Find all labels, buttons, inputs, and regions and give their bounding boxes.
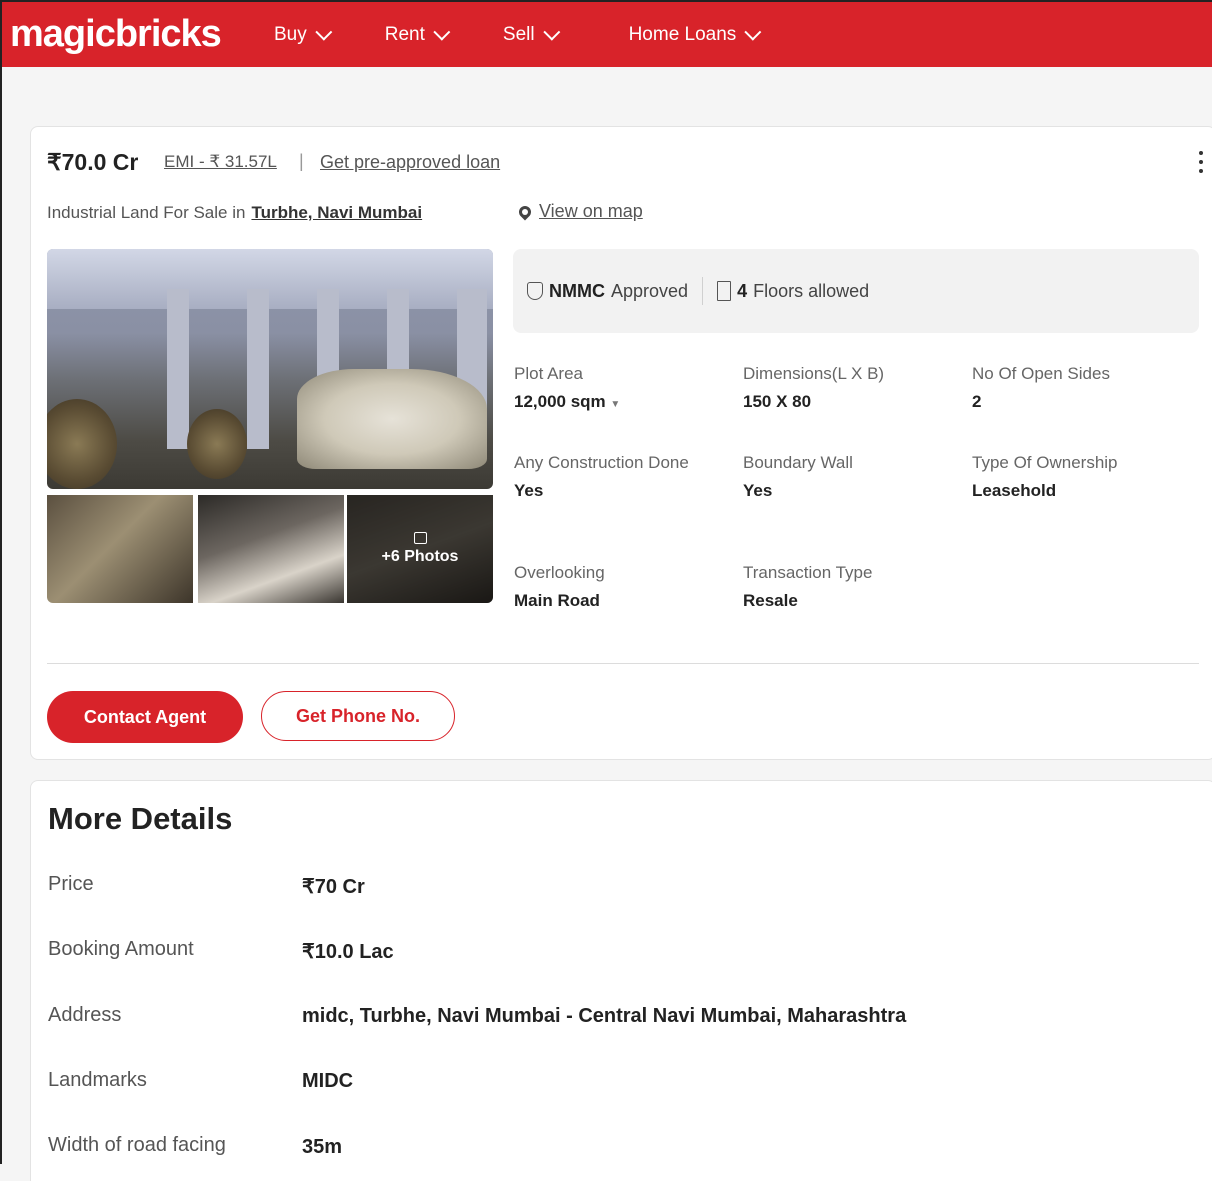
spec-ownership: Type Of Ownership Leasehold: [972, 452, 1192, 501]
nav-sell-label: Sell: [502, 23, 535, 45]
magicbricks-logo[interactable]: magicbricks: [10, 13, 260, 56]
nav-buy-label: Buy: [274, 23, 307, 45]
property-thumbnail[interactable]: [198, 495, 344, 603]
main-property-photo[interactable]: [47, 249, 493, 489]
detail-value-landmarks: MIDC: [302, 1070, 354, 1092]
view-on-map[interactable]: View on map: [516, 201, 643, 222]
spec-value: Leasehold: [972, 481, 1057, 500]
detail-label-booking: Booking Amount: [48, 938, 194, 960]
spec-value: 150 X 80: [743, 392, 812, 411]
subtitle-prefix: Industrial Land For Sale in: [47, 203, 246, 222]
more-details-title: More Details: [48, 801, 233, 836]
spec-label: Type Of Ownership: [972, 453, 1118, 472]
spec-label: No Of Open Sides: [972, 364, 1110, 383]
floors-allowed-badge: 4 Floors allowed: [717, 281, 869, 302]
badge-approved-text: Approved: [611, 280, 689, 301]
spec-boundary-wall: Boundary Wall Yes: [743, 452, 953, 501]
listing-price: ₹70.0 Cr: [47, 149, 139, 175]
building-icon: [717, 281, 732, 301]
detail-value-booking: ₹10.0 Lac: [302, 941, 394, 963]
get-phone-button[interactable]: Get Phone No.: [261, 691, 455, 741]
separator: |: [299, 151, 304, 171]
divider: [47, 663, 1199, 664]
nav-home-loans-label: Home Loans: [628, 23, 737, 45]
locality-link[interactable]: Turbhe, Navi Mumbai: [251, 203, 422, 222]
property-listing-card: ₹70.0 Cr EMI - ₹ 31.57L | Get pre-approv…: [30, 126, 1212, 760]
spec-value[interactable]: 12,000 sqm ▼: [514, 392, 724, 412]
chevron-down-icon: [315, 23, 333, 41]
detail-value-road-width: 35m: [302, 1136, 343, 1158]
shield-check-icon: [527, 282, 543, 300]
chevron-down-icon: [433, 23, 451, 41]
more-photos-thumbnail[interactable]: +6 Photos: [347, 495, 493, 603]
chevron-down-icon: [744, 23, 762, 41]
spec-value: 2: [972, 392, 982, 411]
spec-label: Overlooking: [514, 563, 605, 582]
listing-subtitle: Industrial Land For Sale in Turbhe, Navi …: [47, 203, 422, 223]
caret-down-icon: ▼: [610, 399, 621, 410]
spec-label: Any Construction Done: [514, 453, 689, 472]
nav-sell[interactable]: Sell: [502, 23, 560, 46]
detail-value-address: midc, Turbhe, Navi Mumbai - Central Navi…: [302, 1005, 907, 1027]
nav-rent[interactable]: Rent: [384, 23, 451, 46]
detail-value-price: ₹70 Cr: [302, 876, 365, 898]
top-nav-bar: magicbricks Buy Rent Sell Home Loans: [2, 2, 1212, 67]
view-on-map-label: View on map: [539, 201, 643, 221]
more-details-card: More Details Price ₹70 Cr Booking Amount…: [30, 780, 1212, 1181]
spec-overlooking: Overlooking Main Road: [514, 562, 724, 611]
emi-link[interactable]: EMI - ₹ 31.57L: [164, 152, 277, 172]
floors-allowed-text: Floors allowed: [753, 280, 870, 301]
detail-label-price: Price: [48, 873, 94, 895]
spec-value: Main Road: [514, 591, 600, 610]
spec-label: Dimensions(L X B): [743, 364, 885, 383]
nav-rent-label: Rent: [384, 23, 425, 45]
spec-dimensions: Dimensions(L X B) 150 X 80: [743, 363, 953, 412]
spec-label: Boundary Wall: [743, 453, 853, 472]
spec-open-sides: No Of Open Sides 2: [972, 363, 1182, 412]
spec-label: Plot Area: [514, 364, 583, 383]
detail-label-road-width: Width of road facing: [48, 1134, 226, 1156]
nav-home-loans[interactable]: Home Loans: [628, 23, 762, 46]
image-icon: [413, 532, 427, 544]
property-thumbnail[interactable]: [47, 495, 193, 603]
map-pin-icon: [516, 203, 534, 220]
nmmc-approved-badge: NMMC Approved: [527, 281, 688, 302]
spec-value: Resale: [743, 591, 798, 610]
spec-value: Yes: [514, 481, 544, 500]
detail-label-address: Address: [48, 1004, 122, 1026]
floors-count: 4: [737, 280, 748, 301]
more-options-icon[interactable]: [1199, 151, 1203, 173]
photos-count-label: +6 Photos: [381, 548, 459, 565]
spec-plot-area: Plot Area 12,000 sqm ▼: [514, 363, 724, 412]
approval-badges: NMMC Approved 4 Floors allowed: [513, 249, 1199, 333]
spec-construction-done: Any Construction Done Yes: [514, 452, 694, 501]
pre-approved-loan-link[interactable]: Get pre-approved loan: [320, 152, 500, 173]
badge-divider: [702, 277, 704, 305]
spec-label: Transaction Type: [743, 563, 873, 582]
detail-label-landmarks: Landmarks: [48, 1069, 147, 1091]
badge-authority: NMMC: [549, 280, 605, 301]
nav-buy[interactable]: Buy: [274, 23, 333, 46]
chevron-down-icon: [542, 23, 560, 41]
spec-transaction-type: Transaction Type Resale: [743, 562, 953, 611]
spec-value: Yes: [743, 481, 773, 500]
contact-agent-button[interactable]: Contact Agent: [47, 691, 243, 743]
